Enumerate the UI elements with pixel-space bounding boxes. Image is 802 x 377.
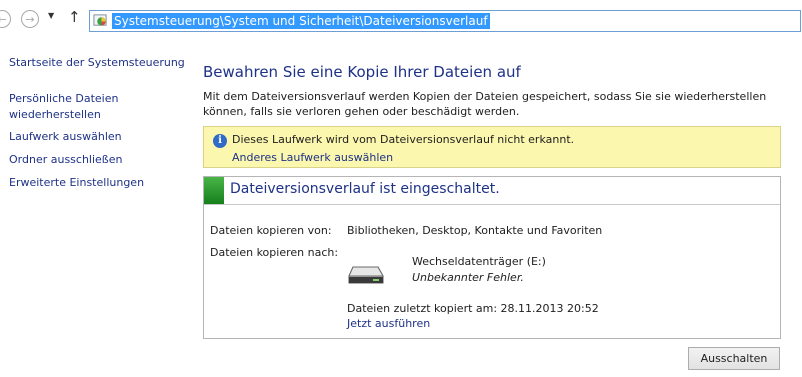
page-title: Bewahren Sie eine Kopie Ihrer Dateien au…	[203, 63, 521, 81]
copy-from-value: Bibliotheken, Desktop, Kontakte und Favo…	[347, 224, 603, 237]
address-bar-row: ← → ▼ ↑ Systemsteuerung\System und Siche…	[0, 0, 802, 40]
drive-error: Unbekannter Fehler.	[412, 271, 524, 284]
up-arrow-icon[interactable]: ↑	[68, 8, 81, 26]
sidebar-item-advanced-settings[interactable]: Erweiterte Einstellungen	[9, 175, 144, 191]
back-button[interactable]: ←	[0, 10, 11, 28]
status-header: Dateiversionsverlauf ist eingeschaltet.	[204, 177, 780, 205]
address-input[interactable]: Systemsteuerung\System und Sicherheit\Da…	[89, 10, 801, 32]
sidebar-item-select-drive[interactable]: Laufwerk auswählen	[9, 129, 122, 145]
control-panel-icon	[93, 14, 107, 26]
last-copied-text: Dateien zuletzt kopiert am: 28.11.2013 2…	[347, 302, 599, 315]
run-now-link[interactable]: Jetzt ausführen	[347, 317, 430, 330]
info-icon: i	[213, 134, 227, 148]
sidebar-item-restore-files[interactable]: Persönliche Dateien wiederherstellen	[9, 91, 159, 123]
warning-banner: i Dieses Laufwerk wird vom Dateiversions…	[203, 126, 781, 168]
drive-name: Wechseldatenträger (E:)	[412, 255, 546, 268]
select-other-drive-link[interactable]: Anderes Laufwerk auswählen	[232, 151, 393, 164]
copy-from-label: Dateien kopieren von:	[210, 224, 332, 237]
status-title: Dateiversionsverlauf ist eingeschaltet.	[230, 181, 500, 197]
chevron-down-icon[interactable]: ▼	[48, 11, 54, 20]
back-arrow-icon: ←	[0, 12, 7, 26]
turn-off-button[interactable]: Ausschalten	[688, 347, 780, 370]
sidebar-item-home[interactable]: Startseite der Systemsteuerung	[9, 55, 185, 71]
removable-drive-icon	[348, 266, 384, 284]
forward-arrow-icon: →	[25, 12, 35, 26]
forward-button[interactable]: →	[21, 10, 39, 28]
copy-to-label: Dateien kopieren nach:	[210, 246, 339, 259]
address-path[interactable]: Systemsteuerung\System und Sicherheit\Da…	[112, 13, 490, 29]
status-indicator	[204, 177, 224, 204]
sidebar-item-exclude-folders[interactable]: Ordner ausschließen	[9, 152, 122, 168]
intro-text: Mit dem Dateiversionsverlauf werden Kopi…	[203, 90, 767, 118]
status-panel: Dateiversionsverlauf ist eingeschaltet. …	[203, 176, 781, 339]
warning-text: Dieses Laufwerk wird vom Dateiversionsve…	[232, 133, 575, 146]
